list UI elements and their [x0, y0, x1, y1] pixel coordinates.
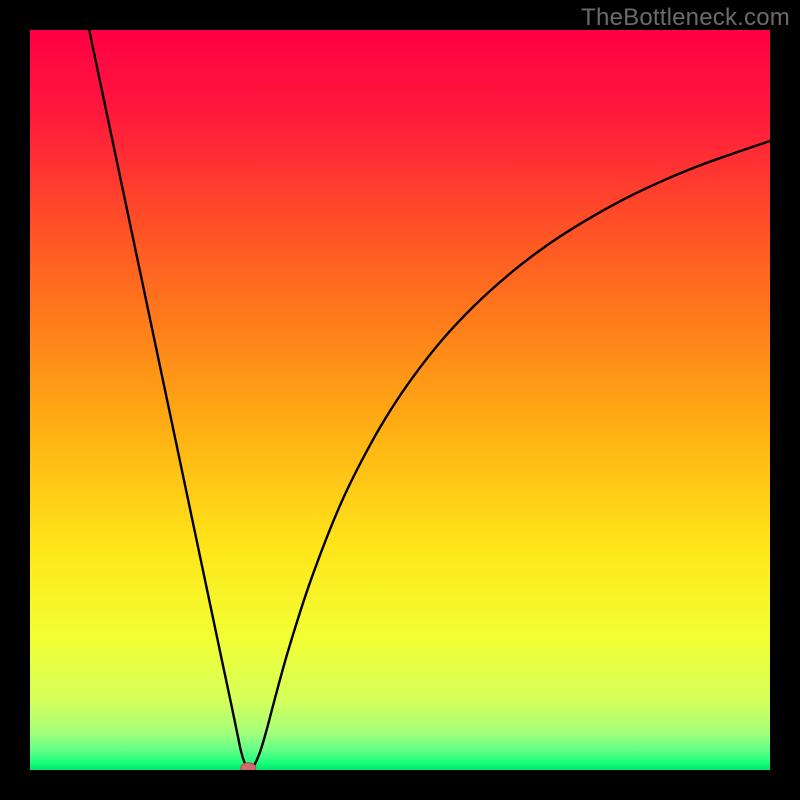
gradient-background [30, 30, 770, 770]
watermark-text: TheBottleneck.com [581, 4, 790, 32]
chart-svg [30, 30, 770, 770]
minimum-marker [241, 763, 256, 770]
plot-area [30, 30, 770, 770]
chart-frame: TheBottleneck.com [0, 0, 800, 800]
